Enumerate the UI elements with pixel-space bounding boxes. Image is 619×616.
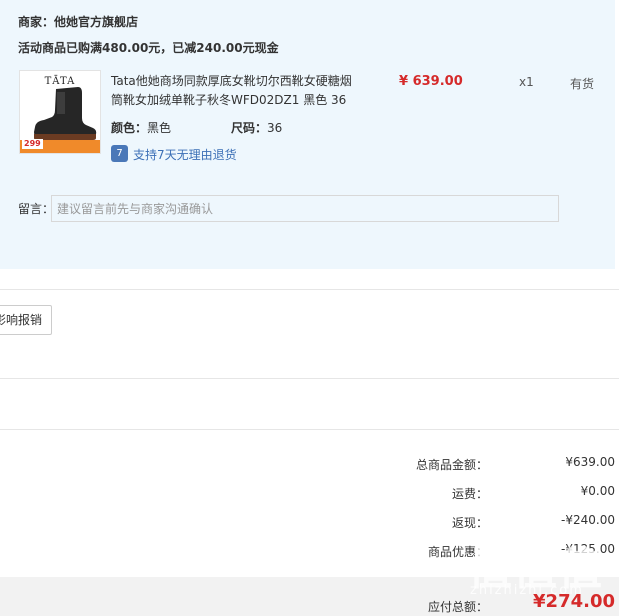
summary-label-subtotal: 总商品金额： [415, 458, 488, 472]
payable-label: 应付总额： [427, 600, 488, 614]
spec-color-label: 颜色： [111, 121, 148, 135]
summary-label-shipping: 运费： [451, 487, 488, 501]
return-policy-link[interactable]: 支持7天无理由退货 [133, 146, 237, 163]
spec-color: 颜色：黑色 [111, 119, 171, 136]
stock-status: 有货 [570, 77, 595, 91]
summary-value-cashback: -¥240.00 [561, 513, 615, 527]
summary-value-subtotal: ¥639.00 [565, 455, 615, 469]
product-price: ¥ 639.00 [399, 74, 463, 89]
spec-size: 尺码：36 [231, 119, 282, 136]
promotion-text: 活动商品已购满480.00元，已减240.00元现金 [18, 41, 279, 55]
divider [0, 289, 619, 290]
watermark-domain: zhizhizhi.com [470, 583, 584, 598]
message-input[interactable] [51, 195, 559, 222]
product-quantity: x1 [519, 75, 534, 89]
product-title-link[interactable]: Tata他她商场同款厚底女靴切尔西靴女硬糖烟筒靴女加绒单靴子秋冬WFD02DZ1… [111, 72, 361, 110]
thumbnail-price-tag: 299 [22, 139, 43, 149]
message-label: 留言： [18, 202, 55, 216]
seven-day-return-icon: 7 [111, 145, 128, 162]
spec-size-label: 尺码： [231, 121, 268, 135]
spec-color-value: 黑色 [147, 121, 172, 135]
summary-label-cashback: 返现： [451, 516, 488, 530]
spec-size-value: 36 [267, 121, 283, 135]
store-name[interactable]: 商家：他她官方旗舰店 [18, 13, 138, 30]
product-thumbnail[interactable]: TĀTA 299 [19, 70, 101, 154]
reimburse-button[interactable]: 影响报销 [0, 305, 52, 335]
divider [0, 429, 619, 430]
divider [0, 378, 619, 379]
summary-value-shipping: ¥0.00 [580, 484, 615, 498]
